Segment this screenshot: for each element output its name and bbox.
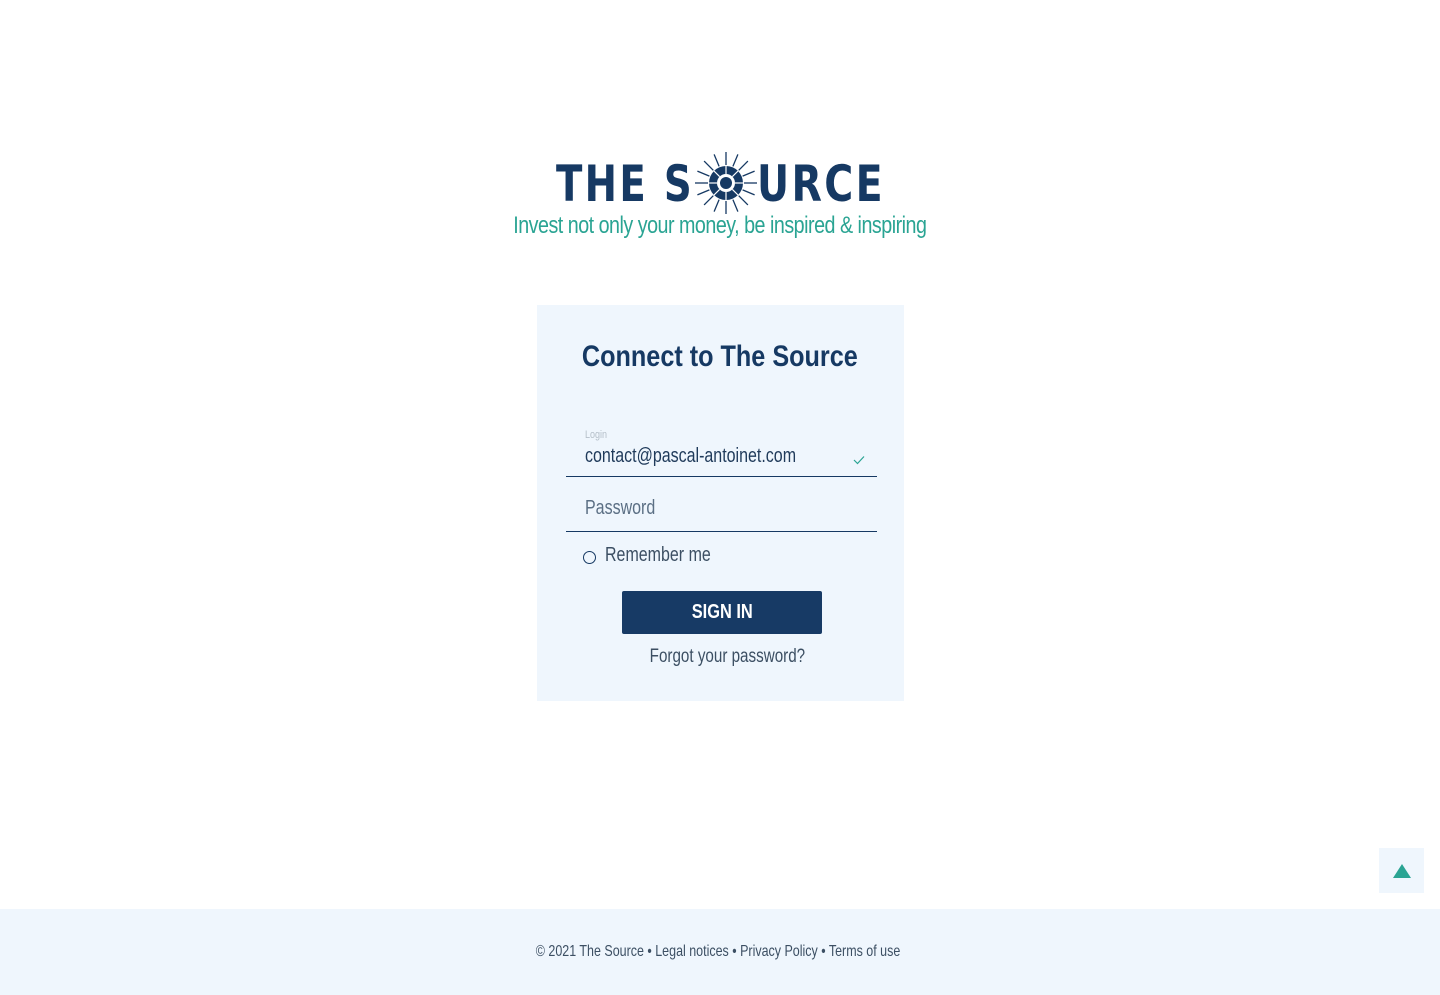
tagline: Invest not only your money, be inspired … bbox=[513, 212, 927, 239]
terms-of-use-link[interactable]: Terms of use bbox=[829, 943, 900, 960]
footer-separator: • bbox=[728, 943, 741, 960]
the-source-logo: THE S URCE bbox=[556, 152, 885, 214]
login-label: Login bbox=[585, 429, 608, 441]
brand-logo: THE S URCE bbox=[0, 148, 1440, 218]
remember-me-label[interactable]: Remember me bbox=[605, 544, 711, 567]
footer-links: © 2021 The Source • Legal notices • Priv… bbox=[156, 943, 1279, 961]
logo-text-right: URCE bbox=[757, 155, 885, 213]
sign-in-button[interactable]: SIGN IN bbox=[622, 591, 822, 634]
sunburst-icon bbox=[695, 152, 757, 214]
copyright: © 2021 The Source bbox=[535, 943, 644, 960]
check-icon bbox=[853, 456, 865, 465]
sign-in-label: SIGN IN bbox=[691, 601, 753, 623]
footer: © 2021 The Source • Legal notices • Priv… bbox=[0, 909, 1440, 995]
password-placeholder[interactable]: Password bbox=[585, 497, 655, 520]
privacy-policy-link[interactable]: Privacy Policy bbox=[740, 943, 818, 960]
remember-me-radio[interactable] bbox=[583, 551, 596, 564]
footer-separator: • bbox=[643, 943, 656, 960]
login-page: THE S URCE Invest not only your money, b… bbox=[0, 0, 1440, 995]
login-input-value[interactable]: contact@pascal-antoinet.com bbox=[585, 445, 796, 468]
footer-separator: • bbox=[817, 943, 829, 960]
scroll-to-top-button[interactable] bbox=[1379, 848, 1424, 893]
logo-text-left: THE S bbox=[556, 155, 694, 213]
forgot-password-link[interactable]: Forgot your password? bbox=[145, 646, 1309, 668]
login-title: Connect to The Source bbox=[581, 340, 858, 373]
arrow-up-icon bbox=[1392, 863, 1411, 878]
legal-notices-link[interactable]: Legal notices bbox=[655, 943, 729, 960]
